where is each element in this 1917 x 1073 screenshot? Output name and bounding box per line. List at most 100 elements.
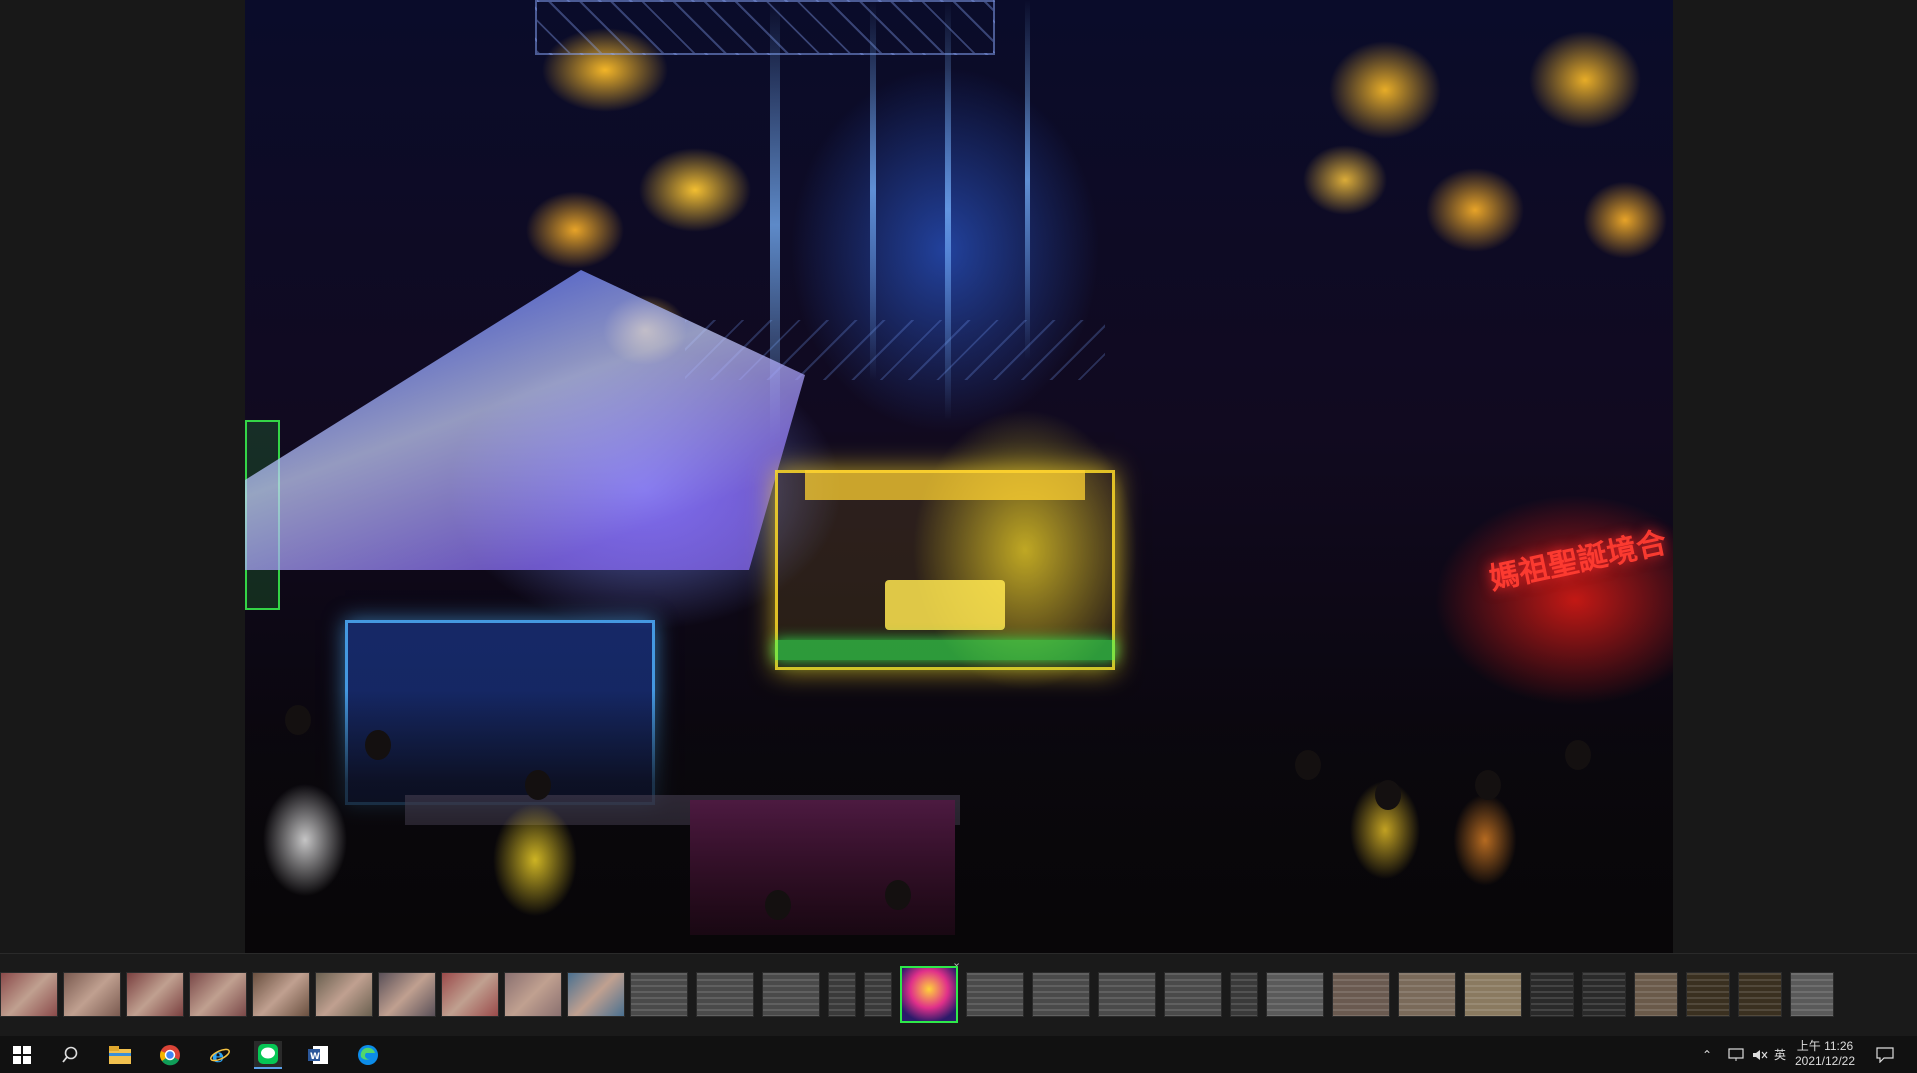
- thumbnail-image: [1099, 973, 1155, 1016]
- thumbnail-image: [1583, 973, 1625, 1016]
- volume-muted-icon[interactable]: [1752, 1036, 1768, 1073]
- person-head: [1375, 780, 1401, 810]
- thumbnail[interactable]: [504, 972, 562, 1017]
- temple-gate-sign: [885, 580, 1005, 630]
- thumbnail-image: [902, 968, 956, 1021]
- thumbnail-image: [697, 973, 753, 1016]
- thumbnail[interactable]: [1738, 972, 1782, 1017]
- thumbnail[interactable]: [1332, 972, 1390, 1017]
- thumbnail[interactable]: [63, 972, 121, 1017]
- main-photo[interactable]: 媽祖聖誕境合: [245, 0, 1673, 953]
- search-icon[interactable]: [56, 1041, 84, 1069]
- stage-curtain: [245, 270, 805, 570]
- clock-time: 上午 11:26: [1796, 1039, 1854, 1053]
- thumbnail-image: [1739, 973, 1781, 1016]
- green-light-bar: [775, 640, 1115, 660]
- thumbnail[interactable]: [126, 972, 184, 1017]
- light-beam: [945, 0, 951, 420]
- svg-text:W: W: [310, 1052, 320, 1062]
- thumbnail[interactable]: [1634, 972, 1678, 1017]
- person-head: [525, 770, 551, 800]
- thumbnail-image: [253, 973, 309, 1016]
- word-icon[interactable]: W: [304, 1041, 332, 1069]
- thumbnail-image: [829, 973, 855, 1016]
- svg-text:e: e: [212, 1045, 224, 1066]
- thumbnail[interactable]: [1266, 972, 1324, 1017]
- chrome-icon[interactable]: [156, 1041, 184, 1069]
- thumbnail-image: [1687, 973, 1729, 1016]
- internet-explorer-icon[interactable]: e: [206, 1041, 234, 1069]
- thumbnail[interactable]: [966, 972, 1024, 1017]
- thumbnail[interactable]: [828, 972, 856, 1017]
- thumbnail-image: [316, 973, 372, 1016]
- thumbnail[interactable]: [1164, 972, 1222, 1017]
- person-head: [765, 890, 791, 920]
- notification-icon[interactable]: [1876, 1036, 1894, 1073]
- thumbnail[interactable]: [0, 972, 58, 1017]
- thumbnail[interactable]: [1230, 972, 1258, 1017]
- thumbnail-image: [1635, 973, 1677, 1016]
- thumbnail-image: [631, 973, 687, 1016]
- thumbnail-image: [1531, 973, 1573, 1016]
- edge-icon[interactable]: [354, 1041, 382, 1069]
- light-beam: [870, 0, 876, 380]
- crowd: [245, 690, 1673, 953]
- thumbnail[interactable]: [762, 972, 820, 1017]
- network-icon[interactable]: [1728, 1036, 1744, 1073]
- thumbnail[interactable]: [567, 972, 625, 1017]
- thumbnail-image: [1267, 973, 1323, 1016]
- line-icon[interactable]: [254, 1041, 282, 1069]
- file-explorer-icon[interactable]: [106, 1041, 134, 1069]
- thumbnail-image: [967, 973, 1023, 1016]
- thumbnail-image: [568, 973, 624, 1016]
- thumbnail[interactable]: [1098, 972, 1156, 1017]
- thumbnail[interactable]: [1790, 972, 1834, 1017]
- thumbnail[interactable]: [315, 972, 373, 1017]
- windows-start-icon[interactable]: [8, 1041, 36, 1069]
- thumbnail-image: [1165, 973, 1221, 1016]
- thumbnail[interactable]: [378, 972, 436, 1017]
- thumbnail-image: [1, 973, 57, 1016]
- photo-viewer: 媽祖聖誕境合: [0, 0, 1917, 953]
- person-head: [885, 880, 911, 910]
- tray-chevron-up-icon[interactable]: ⌃: [1702, 1036, 1712, 1073]
- thumbnail[interactable]: [630, 972, 688, 1017]
- thumbnail-active[interactable]: [900, 966, 958, 1023]
- thumbnail-image: [1791, 973, 1833, 1016]
- thumbnail[interactable]: [1032, 972, 1090, 1017]
- clock[interactable]: 上午 11:26 2021/12/22: [1785, 1039, 1865, 1069]
- thumbnail[interactable]: [189, 972, 247, 1017]
- person-head: [1295, 750, 1321, 780]
- thumbnail-image: [442, 973, 498, 1016]
- thumbnail-image: [505, 973, 561, 1016]
- thumbnail[interactable]: [696, 972, 754, 1017]
- filmstrip: ⌄: [0, 953, 1917, 1036]
- clock-date: 2021/12/22: [1794, 1054, 1856, 1068]
- thumbnail[interactable]: [1398, 972, 1456, 1017]
- thumbnail[interactable]: [1582, 972, 1626, 1017]
- stage-truss: [535, 0, 995, 55]
- light-beam: [1025, 0, 1030, 360]
- thumbnail-image: [1399, 973, 1455, 1016]
- person-head: [285, 705, 311, 735]
- thumbnail-image: [865, 973, 891, 1016]
- thumbnail[interactable]: [1530, 972, 1574, 1017]
- thumbnail-image: [1231, 973, 1257, 1016]
- thumbnail-image: [190, 973, 246, 1016]
- thumbnail[interactable]: [864, 972, 892, 1017]
- neon-sign: 媽祖聖誕境合: [1486, 526, 1670, 597]
- person-head: [1475, 770, 1501, 800]
- person-head: [1565, 740, 1591, 770]
- thumbnail-image: [127, 973, 183, 1016]
- thumbnail-image: [1333, 973, 1389, 1016]
- thumbnail-image: [1033, 973, 1089, 1016]
- thumbnail-image: [763, 973, 819, 1016]
- thumbnail[interactable]: [441, 972, 499, 1017]
- thumbnail[interactable]: [252, 972, 310, 1017]
- thumbnail[interactable]: [1686, 972, 1730, 1017]
- temple-gate-roof: [805, 470, 1085, 500]
- thumbnail-image: [64, 973, 120, 1016]
- thumbnail[interactable]: [1464, 972, 1522, 1017]
- person-head: [365, 730, 391, 760]
- thumbnail-image: [379, 973, 435, 1016]
